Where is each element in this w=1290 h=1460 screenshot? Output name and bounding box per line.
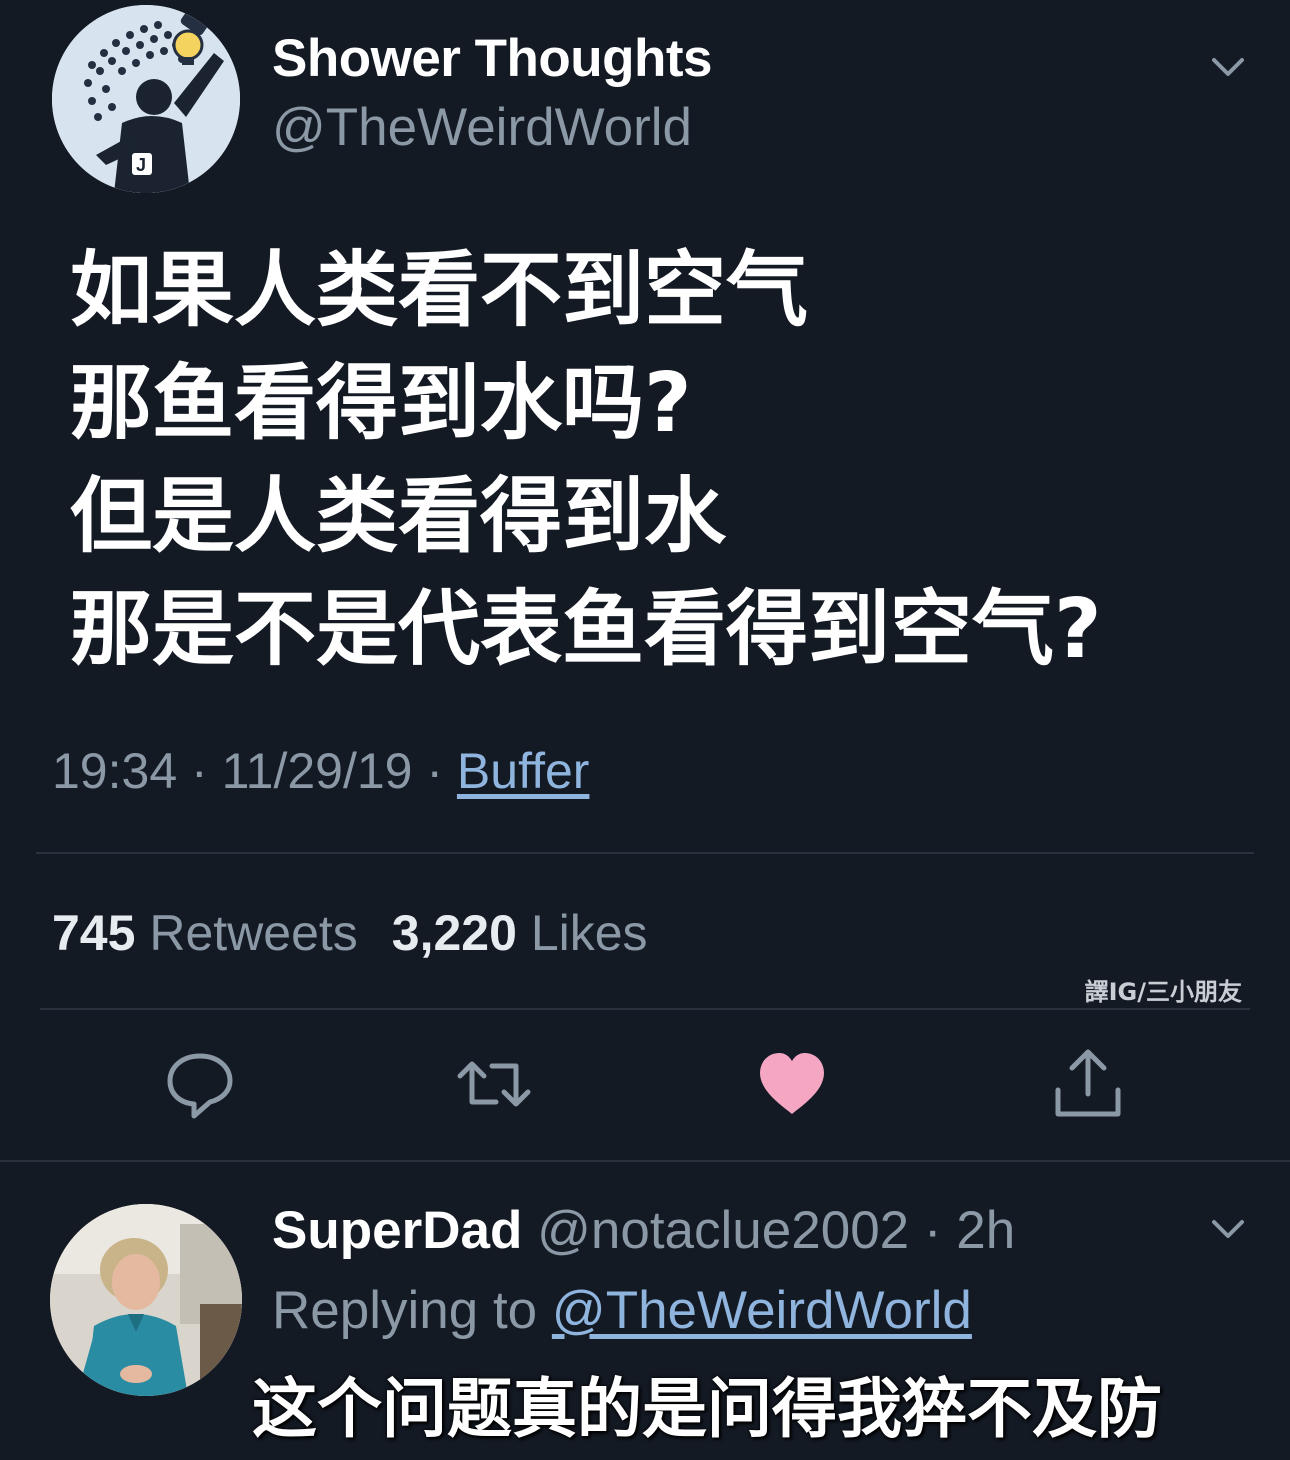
replying-to-mention[interactable]: @TheWeirdWorld: [552, 1281, 972, 1340]
person-photo-icon: [50, 1204, 242, 1396]
svg-text:J: J: [136, 155, 146, 175]
tweet-text-line: 但是人类看得到水: [70, 469, 727, 564]
likes-label: Likes: [530, 905, 648, 961]
tweet-date: 11/29/19: [221, 743, 413, 799]
chevron-down-icon[interactable]: [1206, 1206, 1250, 1250]
retweets-count: 745: [52, 905, 136, 961]
tweet-time: 19:34: [52, 743, 178, 799]
meta-separator: ·: [909, 1201, 957, 1260]
divider: [0, 1160, 1290, 1162]
divider: [36, 852, 1254, 854]
reply-header: SuperDad @notaclue2002 · 2h: [272, 1200, 1015, 1261]
share-upload-icon: [1055, 1049, 1121, 1117]
tweet-meta: 19:34 · 11/29/19 · Buffer: [52, 742, 589, 800]
reply-time: 2h: [956, 1201, 1016, 1260]
tweet-source-link[interactable]: Buffer: [457, 743, 590, 799]
reply-author-name[interactable]: SuperDad: [272, 1201, 522, 1260]
reply-button[interactable]: [162, 1046, 238, 1122]
tweet-text-line: 如果人类看不到空气: [70, 243, 809, 338]
divider: [40, 1008, 1250, 1010]
retweet-arrows-icon: [457, 1061, 531, 1107]
share-button[interactable]: [1050, 1046, 1126, 1122]
retweet-button[interactable]: [456, 1046, 532, 1122]
replying-prefix: Replying to: [272, 1281, 552, 1340]
tweet-text: 如果人类看不到空气 那鱼看得到水吗? 但是人类看得到水 那是不是代表鱼看得到空气…: [70, 234, 1270, 686]
likes-stat[interactable]: 3,220 Likes: [392, 905, 648, 961]
tweet-stats: 745 Retweets 3,220 Likes: [52, 904, 648, 962]
reply-avatar[interactable]: [50, 1204, 242, 1396]
like-button[interactable]: [754, 1046, 830, 1122]
meta-separator: ·: [177, 743, 222, 799]
reply-author-handle[interactable]: @notaclue2002: [537, 1201, 909, 1260]
likes-count: 3,220: [391, 905, 517, 961]
author-avatar[interactable]: J: [52, 5, 240, 193]
speech-bubble-icon: [167, 1053, 233, 1119]
author-handle[interactable]: @TheWeirdWorld: [272, 97, 692, 158]
chevron-down-icon[interactable]: [1206, 44, 1250, 88]
heart-icon: [760, 1053, 824, 1114]
retweets-stat[interactable]: 745 Retweets: [52, 905, 358, 961]
retweets-label: Retweets: [149, 905, 358, 961]
shower-person-icon: J: [52, 5, 240, 193]
watermark: 譯IG/三小朋友: [1084, 978, 1242, 1006]
author-name[interactable]: Shower Thoughts: [272, 28, 713, 89]
reply-caption: 这个问题真的是问得我猝不及防: [252, 1372, 1163, 1447]
tweet-text-line: 那鱼看得到水吗?: [70, 356, 692, 451]
replying-to: Replying to @TheWeirdWorld: [272, 1280, 972, 1341]
meta-separator: ·: [412, 743, 457, 799]
tweet-text-line: 那是不是代表鱼看得到空气?: [70, 582, 1102, 677]
